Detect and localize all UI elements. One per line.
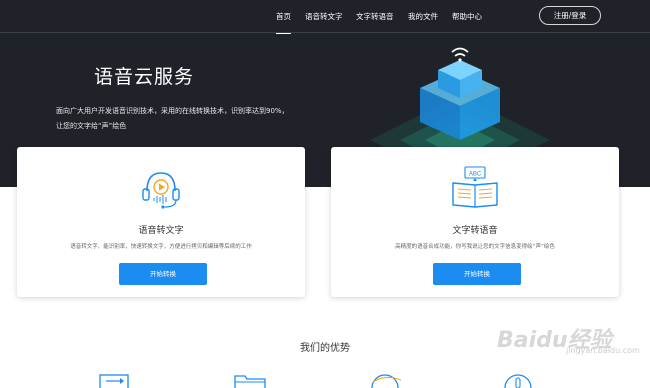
advantage-mic-icon: [504, 374, 532, 388]
text-to-speech-card: ABC 文字转语音 高精度的语音合成功能，你写我说让您的文字信息变得绘“声”绘色…: [331, 147, 619, 297]
advantage-convert-icon: [99, 374, 129, 388]
start-convert-button[interactable]: 开始转换: [119, 263, 207, 285]
card-title: 语音转文字: [138, 226, 184, 236]
login-register-button[interactable]: 注册/登录: [539, 6, 601, 25]
nav-item-my-files[interactable]: 我的文件: [408, 11, 438, 22]
nav-item-help-center[interactable]: 帮助中心: [452, 11, 482, 22]
card-title: 文字转语音: [452, 226, 498, 236]
advantage-globe-icon: [371, 374, 402, 388]
abc-label: ABC: [469, 172, 482, 178]
page-title: 语音云服务: [94, 66, 195, 88]
hero-description: 面向广大用户开发语音识别技术，采用的在线转换技术，识别率达到90%，让您的文字给…: [56, 107, 289, 130]
baidu-watermark-url: jingyan.baidu.com: [566, 346, 640, 355]
start-convert-button[interactable]: 开始转换: [433, 263, 521, 285]
nav-item-text-to-speech[interactable]: 文字转语音: [356, 11, 394, 22]
nav-item-speech-to-text[interactable]: 语音转文字: [305, 11, 343, 22]
advantage-folder-icon: [234, 375, 266, 388]
card-description: 高精度的语音合成功能，你写我说让您的文字信息变得绘“声”绘色: [395, 244, 555, 250]
card-description: 语音转文字、能识别率，快速转换文字，方便进行拷贝和编辑等后续的工作: [70, 244, 252, 250]
book-abc-icon: ABC: [452, 166, 498, 208]
nav-item-home[interactable]: 首页: [276, 11, 291, 34]
nav-divider: [0, 32, 650, 33]
speech-to-text-card: 语音转文字 语音转文字、能识别率，快速转换文字，方便进行拷贝和编辑等后续的工作 …: [17, 147, 305, 297]
top-nav: 首页 语音转文字 文字转语音 我的文件 帮助中心 注册/登录: [0, 0, 650, 34]
headset-icon: [142, 172, 180, 209]
